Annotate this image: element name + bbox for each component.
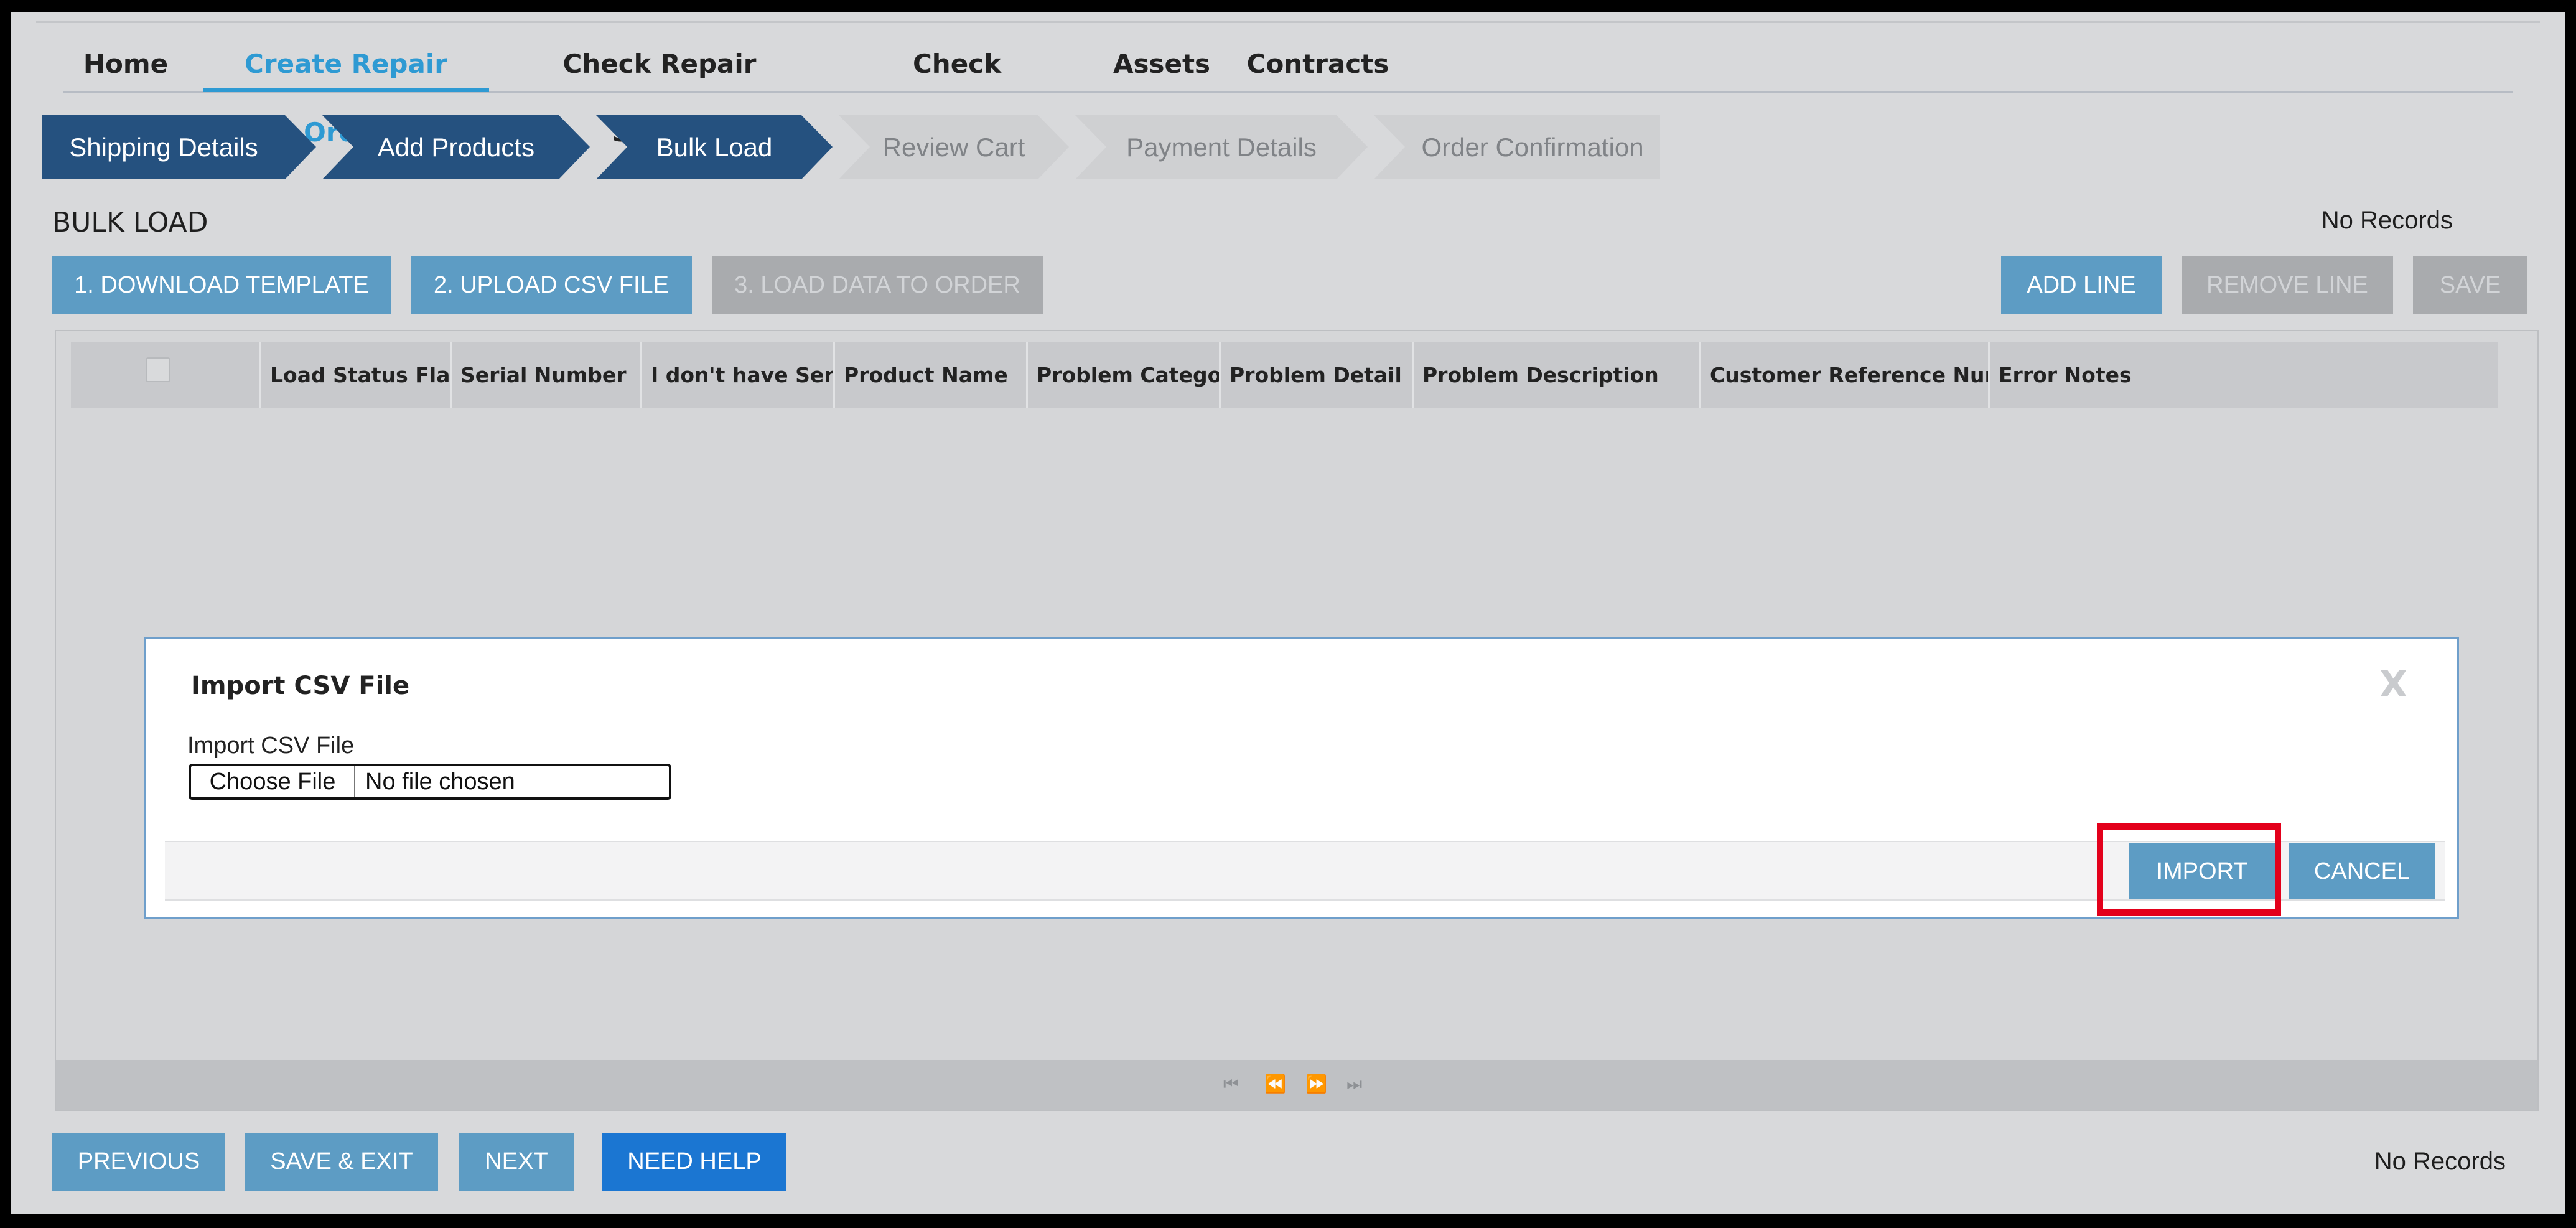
column-no-serial[interactable]: I don't have Serial <box>642 342 835 408</box>
file-status-text: No file chosen <box>365 769 515 795</box>
step-shipping-details[interactable]: Shipping Details <box>42 115 285 179</box>
save-button[interactable]: SAVE <box>2413 256 2527 314</box>
column-product-name[interactable]: Product Name <box>835 342 1028 408</box>
next-button[interactable]: NEXT <box>459 1133 574 1191</box>
first-page-icon[interactable]: ⏮ <box>1223 1074 1239 1095</box>
select-all-column <box>71 342 261 408</box>
grid-header: Load Status Flag Serial Number I don't h… <box>71 342 2498 408</box>
load-data-button[interactable]: 3. LOAD DATA TO ORDER <box>712 256 1043 314</box>
csv-file-input[interactable]: Choose File No file chosen <box>189 764 671 800</box>
previous-button[interactable]: PREVIOUS <box>52 1133 225 1191</box>
cancel-button[interactable]: CANCEL <box>2289 843 2435 899</box>
save-exit-button[interactable]: SAVE & EXIT <box>245 1133 438 1191</box>
nav-contracts[interactable]: Contracts <box>1243 30 1393 92</box>
column-load-status-flag[interactable]: Load Status Flag <box>261 342 452 408</box>
step-add-products[interactable]: Add Products <box>353 115 559 179</box>
column-problem-category[interactable]: Problem Category <box>1028 342 1221 408</box>
column-problem-detail[interactable]: Problem Detail <box>1221 342 1414 408</box>
column-customer-reference[interactable]: Customer Reference Numbe <box>1701 342 1990 408</box>
column-problem-description[interactable]: Problem Description <box>1414 342 1701 408</box>
next-page-icon[interactable]: ⏩ <box>1305 1074 1327 1094</box>
step-bulk-load[interactable]: Bulk Load <box>627 115 801 179</box>
app-page: Home Create Repair Order Check Repair St… <box>11 12 2565 1214</box>
main-nav: Home Create Repair Order Check Repair St… <box>63 30 2513 148</box>
nav-assets[interactable]: Assets <box>1103 30 1221 92</box>
column-error-notes[interactable]: Error Notes <box>1990 342 2498 408</box>
close-icon[interactable]: X <box>2379 663 2407 705</box>
remove-line-button[interactable]: REMOVE LINE <box>2182 256 2393 314</box>
nav-home[interactable]: Home <box>76 30 175 92</box>
step-review-cart: Review Cart <box>882 133 1025 162</box>
grid-pager: ⏮ ⏪ ⏩ ⏭ <box>56 1060 2537 1110</box>
nav-create-repair-order[interactable]: Create Repair Order <box>203 30 489 148</box>
upload-csv-button[interactable]: 2. UPLOAD CSV FILE <box>411 256 692 314</box>
top-divider <box>36 21 2540 23</box>
page-title: BULK LOAD <box>52 207 208 238</box>
download-template-button[interactable]: 1. DOWNLOAD TEMPLATE <box>52 256 391 314</box>
add-line-button[interactable]: ADD LINE <box>2001 256 2162 314</box>
column-serial-number[interactable]: Serial Number <box>452 342 642 408</box>
records-count-top: No Records <box>2321 207 2453 234</box>
modal-title: Import CSV File <box>191 672 410 700</box>
select-all-checkbox[interactable] <box>146 357 170 382</box>
choose-file-button[interactable]: Choose File <box>191 766 355 797</box>
step-payment-details: Payment Details <box>1126 133 1317 162</box>
records-count-bottom: No Records <box>2374 1148 2506 1175</box>
nav-check-entitlement[interactable]: Check Entitlement <box>826 30 1088 148</box>
step-order-confirmation: Order Confirmation <box>1421 133 1644 162</box>
nav-check-repair-status[interactable]: Check Repair Status <box>516 30 803 148</box>
prev-page-icon[interactable]: ⏪ <box>1264 1074 1286 1094</box>
need-help-button[interactable]: NEED HELP <box>602 1133 786 1191</box>
import-csv-label: Import CSV File <box>187 733 355 759</box>
import-highlight-box <box>2097 823 2281 916</box>
last-page-icon[interactable]: ⏭ <box>1346 1074 1362 1095</box>
